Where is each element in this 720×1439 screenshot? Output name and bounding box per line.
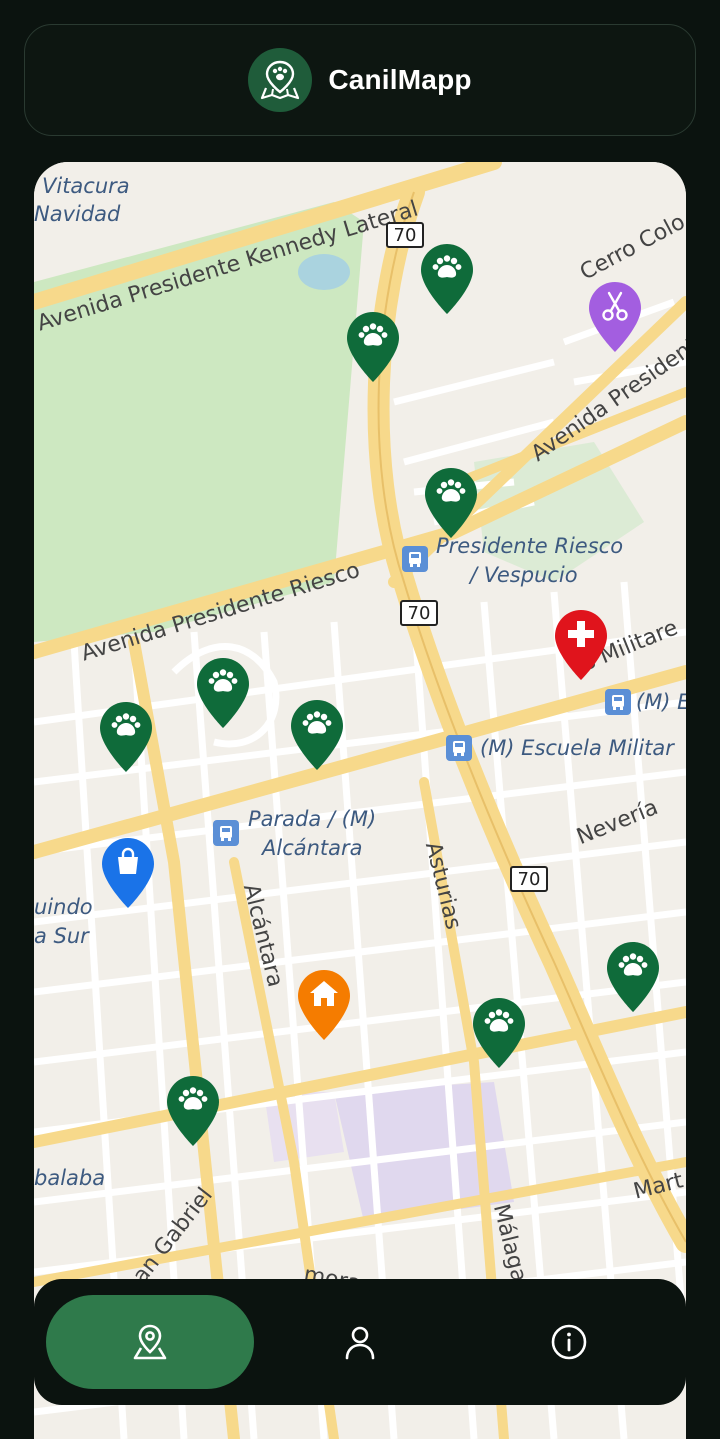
bus-stop-icon <box>446 735 472 761</box>
dog-marker[interactable] <box>97 702 155 774</box>
veterinary-marker[interactable] <box>552 610 610 682</box>
route-shield: 70 <box>510 866 548 892</box>
map-paw-logo-icon <box>261 60 300 100</box>
nav-profile-button[interactable] <box>256 1295 464 1389</box>
place-label: Alcántara <box>262 836 363 860</box>
place-label: a Sur <box>34 924 89 948</box>
app-title: CanilMapp <box>328 64 472 95</box>
nav-info-button[interactable] <box>465 1295 673 1389</box>
grooming-marker[interactable] <box>586 282 644 354</box>
place-label: uindo <box>34 895 93 919</box>
place-label: Parada / (M) <box>248 807 377 831</box>
bus-stop-icon <box>213 820 239 846</box>
dog-marker[interactable] <box>604 942 662 1014</box>
place-label: Navidad <box>34 202 121 226</box>
place-label: (M) E <box>636 690 686 714</box>
dog-marker[interactable] <box>164 1076 222 1148</box>
place-label: balaba <box>34 1166 106 1190</box>
dog-marker[interactable] <box>344 312 402 384</box>
place-label: (M) Escuela Militar <box>480 736 674 760</box>
app-frame: CanilMapp Vitacura Navidad Presidente Ri… <box>0 0 720 1439</box>
app-logo <box>248 48 313 112</box>
bottom-nav <box>34 1279 686 1405</box>
dog-marker[interactable] <box>418 244 476 316</box>
dog-marker[interactable] <box>288 700 346 772</box>
route-shield: 70 <box>400 600 438 626</box>
map-pin-icon <box>133 1324 167 1360</box>
nav-map-button[interactable] <box>46 1295 254 1389</box>
dog-marker[interactable] <box>470 998 528 1070</box>
user-icon <box>345 1326 375 1360</box>
dog-marker[interactable] <box>194 658 252 730</box>
bus-stop-icon <box>402 546 428 572</box>
info-icon <box>551 1324 587 1360</box>
dog-marker[interactable] <box>422 468 480 540</box>
map-view[interactable]: Vitacura Navidad Presidente Riesco / Ves… <box>34 162 686 1439</box>
place-label: Vitacura <box>42 174 130 198</box>
app-header: CanilMapp <box>24 24 696 136</box>
bus-stop-icon <box>605 689 631 715</box>
pet-shop-marker[interactable] <box>99 838 157 910</box>
place-label: / Vespucio <box>470 563 578 587</box>
shelter-marker[interactable] <box>295 970 353 1042</box>
